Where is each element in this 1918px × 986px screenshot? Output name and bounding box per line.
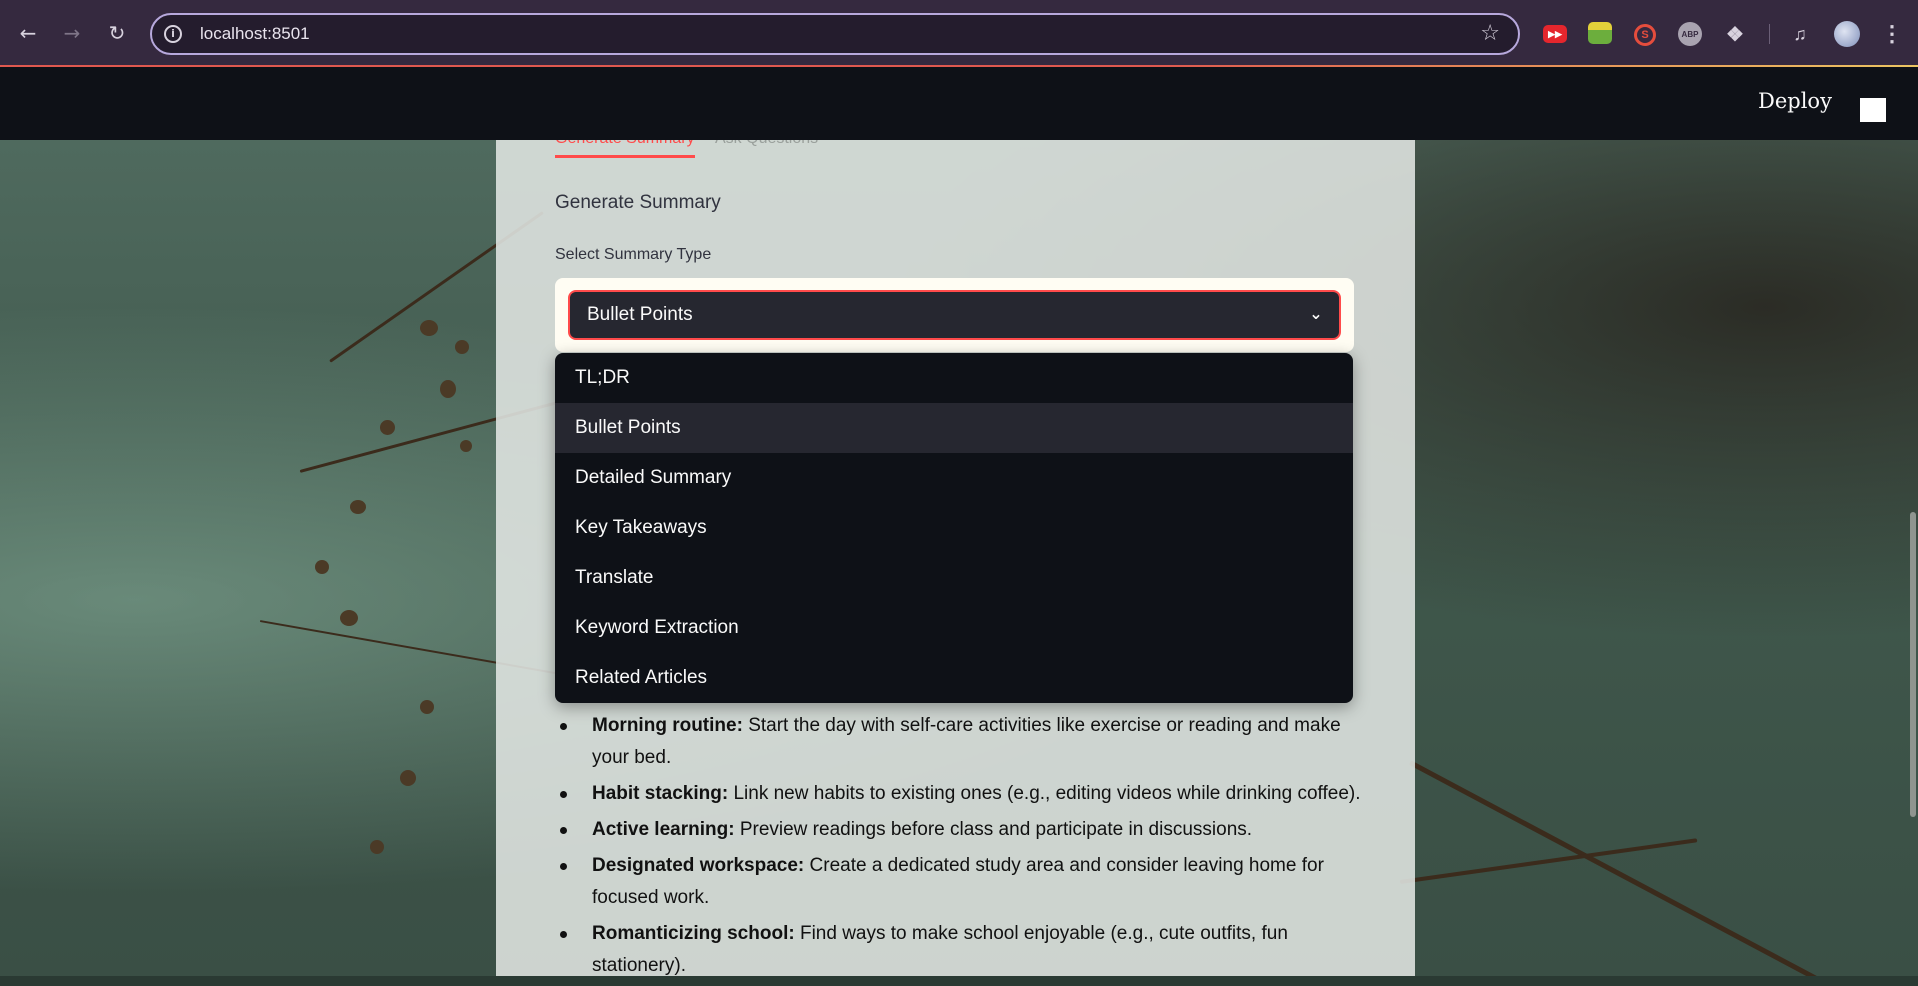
- selected-value: Bullet Points: [587, 304, 693, 325]
- youtube-ext-icon[interactable]: ▶▶: [1543, 25, 1567, 43]
- site-info-icon[interactable]: i: [164, 25, 182, 43]
- bullet-text: Link new habits to existing ones (e.g., …: [728, 783, 1361, 804]
- bullet-title: Habit stacking:: [592, 783, 729, 804]
- bullet-title: Designated workspace:: [592, 855, 805, 876]
- dropdown-option-key-takeaways[interactable]: Key Takeaways: [555, 503, 1353, 553]
- list-item: Romanticizing school: Find ways to make …: [555, 918, 1375, 982]
- list-item: Designated workspace: Create a dedicated…: [555, 850, 1375, 914]
- deploy-button[interactable]: Deploy: [1758, 89, 1832, 113]
- list-item: Morning routine: Start the day with self…: [555, 710, 1375, 774]
- dropdown-option-translate[interactable]: Translate: [555, 553, 1353, 603]
- main-menu-button[interactable]: [1860, 98, 1886, 122]
- toolbar-divider: [1769, 24, 1770, 44]
- bullet-title: Romanticizing school:: [592, 923, 795, 944]
- dropdown-option-related-articles[interactable]: Related Articles: [555, 653, 1353, 703]
- puzzle-icon[interactable]: ❖: [1723, 22, 1747, 46]
- s-ext-icon[interactable]: S: [1634, 24, 1656, 46]
- back-icon[interactable]: ←: [14, 19, 42, 47]
- summary-bullet-list: Morning routine: Start the day with self…: [555, 710, 1375, 986]
- green-ext-icon[interactable]: [1588, 22, 1612, 44]
- bullet-text: Preview readings before class and partic…: [734, 819, 1253, 840]
- chevron-down-icon[interactable]: ⌄: [1307, 305, 1325, 323]
- list-item: Active learning: Preview readings before…: [555, 814, 1375, 846]
- url-text[interactable]: localhost:8501: [200, 24, 310, 44]
- dropdown-option-detailed-summary[interactable]: Detailed Summary: [555, 453, 1353, 503]
- dropdown-option-tldr[interactable]: TL;DR: [555, 353, 1353, 403]
- forward-icon[interactable]: →: [58, 19, 86, 47]
- address-bar[interactable]: i localhost:8501 ☆: [150, 13, 1520, 55]
- reload-icon[interactable]: ↻: [103, 19, 131, 47]
- bullet-title: Active learning:: [592, 819, 735, 840]
- browser-toolbar: ← → ↻ i localhost:8501 ☆ ▶▶ S ABP ❖ ♫ ⋮: [0, 0, 1918, 67]
- section-heading: Generate Summary: [555, 192, 721, 213]
- select-container: Bullet Points ⌄: [555, 278, 1354, 352]
- media-control-icon[interactable]: ♫: [1788, 22, 1812, 46]
- page-scrollbar[interactable]: [1910, 512, 1916, 817]
- select-label: Select Summary Type: [555, 246, 712, 263]
- app-header: Deploy: [0, 67, 1918, 140]
- summary-type-select[interactable]: Bullet Points ⌄: [568, 290, 1341, 340]
- dropdown-option-keyword-extraction[interactable]: Keyword Extraction: [555, 603, 1353, 653]
- list-item: Habit stacking: Link new habits to exist…: [555, 778, 1375, 810]
- summary-type-dropdown: TL;DR Bullet Points Detailed Summary Key…: [555, 353, 1353, 703]
- dropdown-option-bullet-points[interactable]: Bullet Points: [555, 403, 1353, 453]
- kebab-menu-icon[interactable]: ⋮: [1880, 21, 1904, 46]
- bookmark-star-icon[interactable]: ☆: [1480, 21, 1500, 46]
- bullet-title: Morning routine:: [592, 715, 743, 736]
- profile-avatar[interactable]: [1834, 21, 1860, 47]
- abp-icon[interactable]: ABP: [1678, 22, 1702, 46]
